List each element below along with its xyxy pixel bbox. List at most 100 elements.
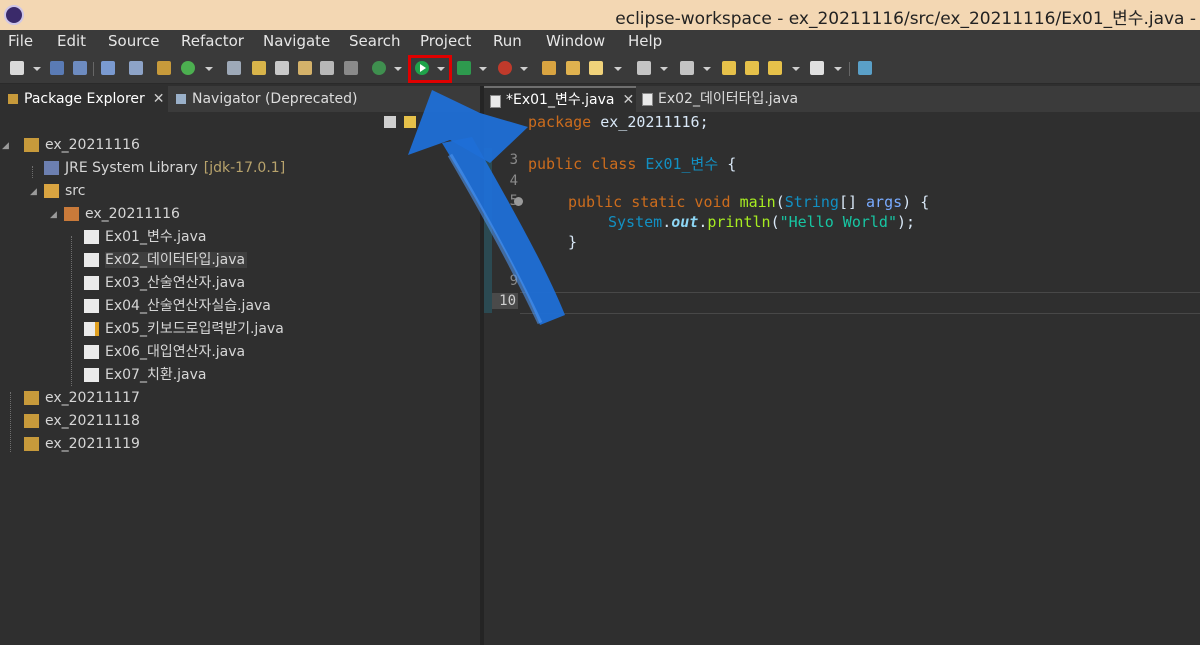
tree-item-file[interactable]: Ex06_대입연산자.java [84, 341, 245, 364]
fold-icon[interactable] [514, 197, 523, 206]
code-line[interactable]: public class Ex01_변수 { [528, 153, 736, 174]
tree-item-jre[interactable]: JRE System Library [jdk-17.0.1] [44, 157, 285, 180]
project-folder-icon [24, 414, 39, 428]
source-folder-icon [44, 184, 59, 198]
code-line[interactable]: } [568, 233, 577, 251]
back-dropdown-icon[interactable] [792, 67, 800, 71]
brush-dropdown-icon[interactable] [614, 67, 622, 71]
java-file-icon [84, 276, 99, 290]
package-explorer-icon [8, 94, 18, 104]
menu-edit[interactable]: Edit [57, 32, 86, 50]
prev-annotation-icon[interactable] [680, 61, 694, 75]
tree-item-file[interactable]: Ex02_데이터타입.java [84, 249, 248, 272]
tree-item-project[interactable]: ex_20211117 [24, 387, 140, 410]
project-folder-icon [24, 138, 39, 152]
line-number: 3 [509, 152, 518, 168]
run-dropdown-icon[interactable] [437, 67, 445, 71]
debug-dropdown-icon[interactable] [394, 67, 402, 71]
open-folder-icon[interactable] [542, 61, 556, 75]
tab-navigator[interactable]: Navigator (Deprecated) [168, 86, 382, 112]
code-line[interactable]: package ex_20211116; [528, 113, 709, 131]
console-icon[interactable] [101, 61, 115, 75]
code-line[interactable]: System.out.println("Hello World"); [608, 213, 915, 231]
next-annotation-icon[interactable] [637, 61, 651, 75]
tab-label: Package Explorer [24, 91, 145, 107]
project-folder-icon [24, 391, 39, 405]
menu-project[interactable]: Project [420, 32, 471, 50]
menu-refactor[interactable]: Refactor [181, 32, 244, 50]
menu-source[interactable]: Source [108, 32, 160, 50]
tree-item-file[interactable]: Ex03_산술연산자.java [84, 272, 245, 295]
project-folder-icon [24, 437, 39, 451]
tab-ex02[interactable]: Ex02_데이터타입.java [636, 86, 816, 112]
open-perspective-icon[interactable] [858, 61, 872, 75]
expand-icon[interactable]: ◢ [2, 135, 9, 158]
menu-navigate[interactable]: Navigate [263, 32, 330, 50]
show-whitespace-icon[interactable] [344, 61, 358, 75]
external-tools-dropdown-icon[interactable] [520, 67, 528, 71]
last-edit-icon[interactable] [722, 61, 736, 75]
tree-guide [71, 236, 72, 386]
navigator-icon [176, 94, 186, 104]
tab-label: Navigator (Deprecated) [192, 91, 358, 107]
main-toolbar [0, 54, 1200, 84]
new-class-dropdown-icon[interactable] [205, 67, 213, 71]
tree-item-file[interactable]: Ex04_산술연산자실습.java [84, 295, 271, 318]
close-icon[interactable]: ✕ [153, 91, 165, 107]
binary-icon[interactable] [129, 61, 143, 75]
open-project-icon[interactable] [566, 61, 580, 75]
link-with-editor-icon[interactable] [404, 116, 416, 128]
mark-occurrences-icon[interactable] [252, 61, 266, 75]
java-file-icon [84, 253, 99, 267]
save-icon[interactable] [50, 61, 64, 75]
change-ruler [484, 148, 492, 313]
brush-icon[interactable] [589, 61, 603, 75]
tree-item-file[interactable]: Ex01_변수.java [84, 226, 207, 249]
code-editor: *Ex01_변수.java✕ Ex02_데이터타입.java 3 4 5 9 1… [484, 86, 1200, 645]
search-icon[interactable] [275, 61, 289, 75]
title-bar: eclipse-workspace - ex_20211116/src/ex_2… [0, 0, 1200, 30]
new-icon[interactable] [10, 61, 24, 75]
java-file-icon [642, 93, 653, 106]
tree-item-file[interactable]: Ex07_치환.java [84, 364, 207, 387]
coverage-dropdown-icon[interactable] [479, 67, 487, 71]
forward-edit-icon[interactable] [745, 61, 759, 75]
expand-icon[interactable]: ◢ [30, 181, 37, 204]
line-number: 10 [492, 293, 518, 309]
run-icon[interactable] [415, 61, 429, 75]
collapse-all-icon[interactable] [384, 116, 396, 128]
menu-help[interactable]: Help [628, 32, 662, 50]
debug-icon[interactable] [372, 61, 386, 75]
tree-item-file[interactable]: Ex05_키보드로입력받기.java [84, 318, 284, 341]
tree-item-project[interactable]: ex_20211119 [24, 433, 140, 456]
tree-item-src[interactable]: ◢ src [30, 180, 85, 203]
menu-window[interactable]: Window [546, 32, 605, 50]
word-wrap-icon[interactable] [320, 61, 334, 75]
prev-annotation-dropdown-icon[interactable] [703, 67, 711, 71]
new-package-icon[interactable] [157, 61, 171, 75]
new-class-icon[interactable] [181, 61, 195, 75]
menu-search[interactable]: Search [349, 32, 401, 50]
next-annotation-dropdown-icon[interactable] [660, 67, 668, 71]
back-icon[interactable] [768, 61, 782, 75]
code-line[interactable]: public static void main(String[] args) { [568, 193, 929, 211]
tree-item-project[interactable]: ◢ ex_20211116 [2, 134, 140, 157]
menu-run[interactable]: Run [493, 32, 522, 50]
tab-ex01[interactable]: *Ex01_변수.java ✕ [484, 86, 636, 112]
close-icon[interactable]: ✕ [623, 92, 635, 108]
tab-package-explorer[interactable]: Package Explorer ✕ [0, 86, 168, 112]
window-title: eclipse-workspace - ex_20211116/src/ex_2… [615, 9, 1196, 29]
open-type-icon[interactable] [227, 61, 241, 75]
coverage-icon[interactable] [457, 61, 471, 75]
toggle-block-icon[interactable] [298, 61, 312, 75]
expand-icon[interactable]: ◢ [50, 204, 57, 227]
forward-icon[interactable] [810, 61, 824, 75]
tree-item-package[interactable]: ◢ ex_20211116 [50, 203, 180, 226]
new-dropdown-icon[interactable] [33, 67, 41, 71]
external-tools-icon[interactable] [498, 61, 512, 75]
tree-item-project[interactable]: ex_20211118 [24, 410, 140, 433]
forward-dropdown-icon[interactable] [834, 67, 842, 71]
menu-file[interactable]: File [8, 32, 33, 50]
tree-guide [32, 166, 33, 178]
save-all-icon[interactable] [73, 61, 87, 75]
